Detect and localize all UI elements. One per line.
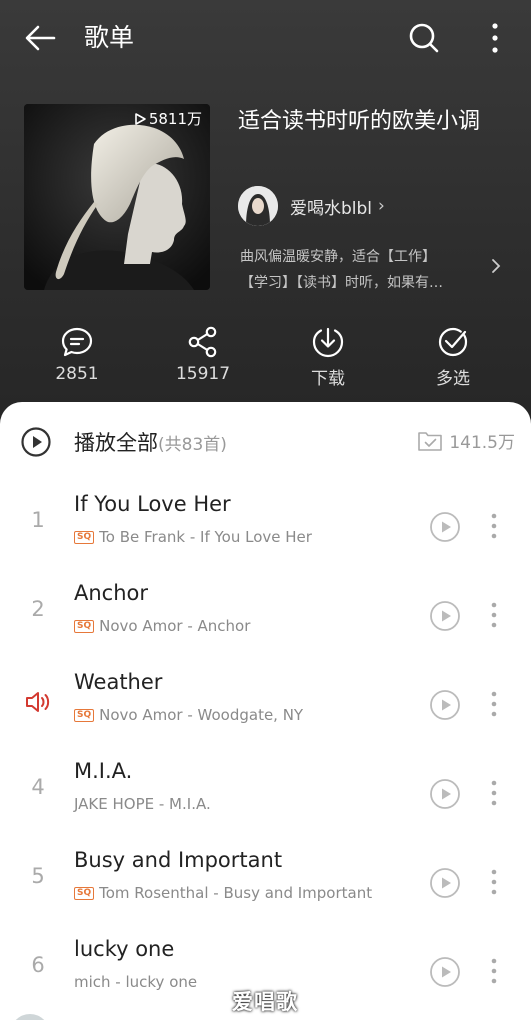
mv-play-icon[interactable] (428, 955, 462, 989)
song-subtitle: SQ To Be Frank - If You Love Her (74, 528, 312, 546)
playlist-cover[interactable]: 5811万 (24, 104, 210, 290)
artist-album: Novo Amor - Anchor (99, 617, 251, 635)
song-index: 2 (31, 597, 45, 621)
cover-image (24, 104, 210, 290)
chevron-right-icon: › (378, 196, 385, 216)
chevron-right-icon[interactable] (488, 254, 504, 278)
sq-badge: SQ (74, 708, 95, 722)
song-subtitle: SQ Novo Amor - Anchor (74, 617, 250, 635)
artist-album: JAKE HOPE - M.I.A. (74, 795, 211, 813)
now-playing-indicator (16, 686, 60, 715)
song-index: 1 (31, 508, 45, 532)
song-title: Busy and Important (74, 848, 283, 872)
more-button[interactable] (478, 18, 512, 58)
multi-select-label: 多选 (436, 369, 470, 389)
share-button[interactable]: 15917 (148, 320, 258, 390)
more-vertical-icon[interactable] (486, 864, 502, 900)
search-button[interactable] (404, 18, 444, 58)
song-title: Anchor (74, 581, 149, 605)
song-row[interactable]: 5 Busy and Important SQ Tom Rosenthal - Bus… (0, 838, 531, 927)
back-button[interactable] (20, 18, 60, 58)
playlist-header: 歌单 5811万 适合读书时听的欧美小调 爱喝水blbl › 曲风偏温暖安静，适… (0, 0, 531, 430)
more-vertical-icon[interactable] (486, 508, 502, 544)
collect-button[interactable]: 141.5万 (417, 428, 515, 453)
creator-avatar-image (238, 186, 278, 226)
song-count: (共83首) (158, 435, 227, 455)
artist-album: mich - lucky one (74, 973, 198, 991)
top-bar: 歌单 (0, 0, 531, 76)
folder-check-icon (418, 431, 443, 451)
mv-play-icon[interactable] (428, 510, 462, 544)
mv-play-icon[interactable] (428, 777, 462, 811)
comment-icon (61, 327, 93, 357)
download-button[interactable]: 下载 (273, 320, 383, 390)
song-subtitle: JAKE HOPE - M.I.A. (74, 795, 211, 813)
song-subtitle: mich - lucky one (74, 973, 197, 991)
artist-album: To Be Frank - If You Love Her (99, 528, 312, 546)
description-line: 曲风偏温暖安静，适合【工作】 (240, 249, 436, 265)
share-count: 15917 (175, 364, 231, 384)
sq-badge: SQ (74, 530, 95, 544)
back-arrow-icon (25, 25, 56, 51)
song-title: lucky one (74, 937, 175, 961)
song-title: Weather (74, 670, 163, 694)
play-all-label[interactable]: 播放全部(共83首) (74, 427, 227, 457)
comment-button[interactable]: 2851 (22, 320, 132, 390)
download-label: 下载 (311, 369, 345, 389)
song-index: 6 (31, 953, 45, 977)
action-bar: 2851 15917 下载 多选 (0, 320, 531, 390)
avatar[interactable] (238, 186, 278, 226)
song-subtitle: SQ Tom Rosenthal - Busy and Important (74, 884, 372, 902)
play-all-bar[interactable]: 播放全部(共83首) 141.5万 (0, 402, 531, 482)
play-triangle-icon (135, 112, 146, 125)
more-vertical-icon[interactable] (486, 775, 502, 811)
play-all-text: 播放全部 (74, 431, 158, 455)
multi-select-icon (438, 327, 468, 357)
more-vertical-icon[interactable] (486, 597, 502, 633)
song-title: If You Love Her (74, 492, 231, 516)
more-vertical-icon[interactable] (486, 953, 502, 989)
song-title: M.I.A. (74, 759, 133, 783)
search-icon (409, 23, 439, 53)
more-vertical-icon[interactable] (486, 686, 502, 722)
sq-badge: SQ (74, 619, 95, 633)
mv-play-icon[interactable] (428, 599, 462, 633)
playlist-description[interactable]: 曲风偏温暖安静，适合【工作】 【学习】【读书】时听，如果有… (240, 244, 486, 296)
comment-count: 2851 (55, 364, 99, 384)
sq-badge: SQ (74, 886, 95, 900)
artist-album: Tom Rosenthal - Busy and Important (99, 884, 373, 902)
song-row[interactable]: 2 Anchor SQ Novo Amor - Anchor (0, 571, 531, 660)
mv-play-icon[interactable] (428, 688, 462, 722)
download-icon (312, 327, 344, 358)
play-count-value: 5811万 (148, 110, 202, 128)
artist-album: Novo Amor - Woodgate, NY (99, 706, 304, 724)
page-title: 歌单 (84, 23, 135, 52)
more-vertical-icon (492, 23, 498, 53)
collect-count: 141.5万 (449, 433, 515, 453)
song-list-panel: 播放全部(共83首) 141.5万 1 If You Love Her SQ To B… (0, 402, 531, 1020)
song-subtitle: SQ Novo Amor - Woodgate, NY (74, 706, 303, 724)
speaker-icon (26, 692, 50, 712)
creator-name: 爱喝水blbl (290, 198, 373, 219)
multi-select-button[interactable]: 多选 (398, 320, 508, 390)
mv-play-icon[interactable] (428, 866, 462, 900)
share-icon (188, 326, 217, 358)
song-row[interactable]: 4 M.I.A. JAKE HOPE - M.I.A. (0, 749, 531, 838)
watermark: 爱唱歌 (232, 990, 298, 1014)
song-index: 4 (31, 775, 45, 799)
creator-link[interactable]: 爱喝水blbl › (238, 186, 385, 226)
playlist-title: 适合读书时听的欧美小调 (238, 109, 481, 134)
play-circle-icon[interactable] (20, 426, 52, 458)
play-count: 5811万 (133, 108, 202, 129)
song-row[interactable]: 1 If You Love Her SQ To Be Frank - If You L… (0, 482, 531, 571)
song-row[interactable]: Weather SQ Novo Amor - Woodgate, NY (0, 660, 531, 749)
song-index: 5 (31, 864, 45, 888)
description-line: 【学习】【读书】时听，如果有… (240, 275, 443, 291)
